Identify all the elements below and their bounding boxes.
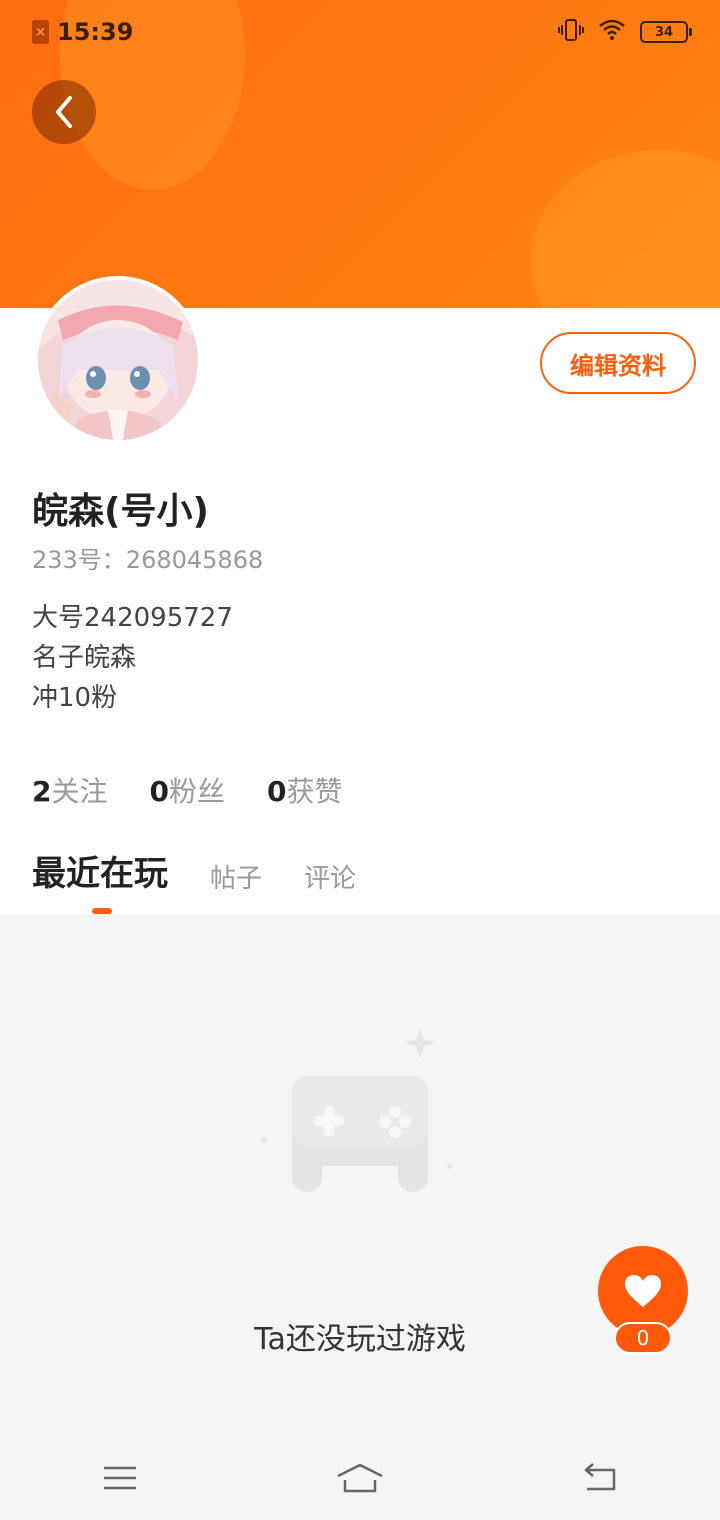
profile-tabs: 最近在玩 帖子 评论 — [32, 846, 398, 901]
stat-likes[interactable]: 0获赞 — [267, 770, 343, 810]
home-button[interactable] — [320, 1448, 400, 1508]
system-nav-bar — [0, 1436, 720, 1520]
stat-following[interactable]: 2关注 — [32, 770, 108, 810]
stat-count: 2 — [32, 775, 52, 808]
stat-count: 0 — [149, 775, 169, 808]
status-time: 15:39 — [57, 18, 134, 46]
bio-line: 大号242095727 — [32, 603, 233, 633]
stat-count: 0 — [267, 775, 287, 808]
status-bar: × 15:39 34 — [0, 0, 720, 64]
profile-uid: 233号：268045868 — [32, 546, 264, 574]
stat-label: 关注 — [51, 775, 108, 808]
stat-label: 粉丝 — [168, 775, 225, 808]
bio-line: 冲10粉 — [32, 683, 118, 713]
tab-recently-played[interactable]: 最近在玩 — [32, 846, 168, 901]
avatar[interactable] — [34, 276, 202, 444]
vibrate-icon — [558, 18, 584, 46]
heart-icon — [625, 1275, 661, 1307]
menu-icon — [104, 1466, 136, 1490]
tab-comments[interactable]: 评论 — [304, 858, 356, 901]
wifi-icon — [598, 19, 626, 45]
gamepad-icon — [250, 1020, 470, 1220]
battery-icon: 34 — [640, 21, 692, 43]
battery-level: 34 — [654, 24, 674, 40]
edit-profile-button[interactable]: 编辑资料 — [540, 332, 696, 394]
profile-stats: 2关注 0粉丝 0获赞 — [32, 770, 343, 810]
back-nav-button[interactable] — [560, 1448, 640, 1508]
profile-nickname: 皖森(号小) — [32, 491, 209, 532]
stat-label: 获赞 — [286, 775, 343, 808]
like-count-badge: 0 — [614, 1322, 672, 1354]
profile-bio: 大号242095727 名子皖森 冲10粉 — [32, 598, 233, 718]
back-button[interactable] — [32, 80, 96, 144]
menu-button[interactable] — [80, 1448, 160, 1508]
status-icons: 34 — [558, 18, 692, 46]
tab-posts[interactable]: 帖子 — [210, 858, 262, 901]
stat-followers[interactable]: 0粉丝 — [150, 770, 226, 810]
chevron-left-icon — [56, 96, 72, 128]
home-icon — [337, 1463, 383, 1493]
sim-warning-icon: × — [32, 20, 49, 44]
header-decoration — [530, 150, 720, 308]
bio-line: 名子皖森 — [32, 643, 137, 673]
active-tab-indicator — [92, 908, 112, 914]
back-icon — [584, 1463, 616, 1491]
